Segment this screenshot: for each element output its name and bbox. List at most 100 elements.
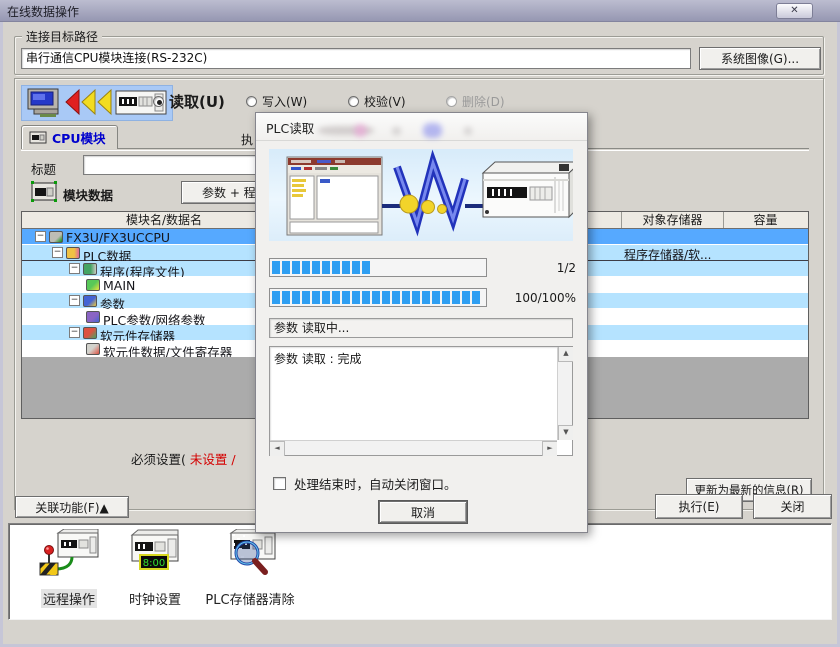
scroll-left-icon[interactable]: ◄ <box>270 441 285 456</box>
shortcut-remote-operation[interactable]: 远程操作 <box>27 529 111 608</box>
collapse-icon[interactable]: − <box>69 327 80 338</box>
progress-segment <box>472 291 480 304</box>
auto-close-checkbox[interactable]: 处理结束时，自动关闭窗口。 <box>273 474 457 493</box>
title-input[interactable] <box>83 155 283 175</box>
window-title: 在线数据操作 <box>7 3 79 20</box>
progress-segment <box>342 261 350 274</box>
connection-path-group: 连接目标路径 串行通信CPU模块连接(RS-232C) 系统图像(G)... <box>14 36 824 75</box>
mode-radio-1[interactable]: 写入(W) <box>246 92 307 110</box>
module-data-label: 模块数据 <box>63 185 113 204</box>
redacted-text-blur <box>423 123 442 138</box>
collapse-icon[interactable]: − <box>52 247 63 258</box>
progress-segment <box>402 261 410 274</box>
progress-segment <box>292 261 300 274</box>
transfer-direction-graphic <box>21 85 173 121</box>
horizontal-scrollbar[interactable]: ◄ ► <box>270 440 557 455</box>
device-memory-folder-icon <box>83 327 97 339</box>
progress-segment <box>452 291 460 304</box>
progress-segment <box>462 291 470 304</box>
shortcut-clock-setting[interactable]: 8:00 时钟设置 <box>113 529 197 608</box>
progress-segment <box>362 291 370 304</box>
close-button[interactable]: ✕ <box>776 3 813 19</box>
related-functions-panel: 远程操作 8:00 时钟设置 <box>8 523 832 620</box>
collapse-icon[interactable]: − <box>69 263 80 274</box>
dialog-title: PLC读取 <box>266 118 314 137</box>
radio-label: 写入(W) <box>262 93 307 110</box>
collapse-icon[interactable]: − <box>35 231 46 242</box>
progress-segment <box>282 291 290 304</box>
shortcut-plc-memory-clear[interactable]: PLC存储器清除 <box>195 529 305 608</box>
clock-setting-icon: 8:00 <box>124 529 186 583</box>
progress-segment <box>412 291 420 304</box>
execute-button[interactable]: 执行(E) <box>655 494 743 519</box>
related-functions-button[interactable]: 关联功能(F)▲ <box>15 496 129 518</box>
radio-circle-icon <box>446 96 457 107</box>
remote-operation-icon <box>38 529 100 583</box>
progress-segment <box>302 261 310 274</box>
progress-segment <box>322 261 330 274</box>
checkbox-icon[interactable] <box>273 477 286 490</box>
vertical-scrollbar[interactable]: ▲ ▼ <box>557 347 572 440</box>
cancel-button[interactable]: 取消 <box>379 501 467 523</box>
redacted-text-blur <box>392 127 401 135</box>
progress-segment <box>362 261 370 274</box>
progress-segment <box>372 261 380 274</box>
dialog-titlebar: PLC读取 <box>256 113 587 141</box>
shortcut-remote-operation-label: 远程操作 <box>41 589 97 608</box>
tree-node-label: FX3U/FX3UCCPU <box>66 230 170 245</box>
log-box[interactable]: 参数 读取 : 完成 ▲ ▼ ◄ ► <box>269 346 573 456</box>
progress-segment <box>342 291 350 304</box>
not-set-text: 未设置 / <box>186 452 236 467</box>
cpu-module-icon <box>29 131 47 144</box>
progress-segment <box>422 291 430 304</box>
progress-segment <box>352 261 360 274</box>
progress-segment <box>382 291 390 304</box>
progress-percent-value: 100/100% <box>494 291 576 305</box>
progress-segment <box>322 291 330 304</box>
program-folder-icon <box>83 263 97 275</box>
mode-radio-3[interactable]: 删除(D) <box>446 92 505 110</box>
progress-segment <box>442 291 450 304</box>
progress-segment <box>302 291 310 304</box>
scroll-down-icon[interactable]: ▼ <box>558 425 573 440</box>
progress-segment <box>282 261 290 274</box>
progress-segment <box>312 291 320 304</box>
radio-label: 删除(D) <box>462 93 505 110</box>
progress-segment <box>272 261 280 274</box>
progress-segment <box>422 261 430 274</box>
status-field: 参数 读取中... <box>269 318 573 338</box>
online-data-operation-window: 在线数据操作 ✕ 连接目标路径 串行通信CPU模块连接(RS-232C) 系统图… <box>0 0 840 647</box>
partial-label-exec: 执 <box>241 131 253 148</box>
redacted-text-blur <box>464 127 472 135</box>
tab-cpu-module[interactable]: CPU模块 <box>21 125 118 149</box>
mode-radio-0[interactable]: 读取(U) <box>153 92 225 110</box>
progress-segment <box>442 261 450 274</box>
header-target-memory[interactable]: 对象存储器 <box>622 212 724 228</box>
progress-segment <box>292 291 300 304</box>
shortcut-clock-setting-label: 时钟设置 <box>129 589 181 608</box>
connection-path-field[interactable]: 串行通信CPU模块连接(RS-232C) <box>21 48 691 69</box>
tab-cpu-module-label: CPU模块 <box>52 128 106 147</box>
header-capacity[interactable]: 容量 <box>724 212 807 228</box>
progress-bar-files <box>269 258 487 277</box>
close-icon: ✕ <box>790 5 798 16</box>
radio-label: 校验(V) <box>364 93 406 110</box>
system-image-button[interactable]: 系统图像(G)... <box>699 47 821 70</box>
progress-segment <box>392 291 400 304</box>
connection-path-group-label: 连接目标路径 <box>22 28 102 45</box>
mode-radio-2[interactable]: 校验(V) <box>348 92 406 110</box>
progress-segment <box>312 261 320 274</box>
plc-cpu-icon <box>49 231 63 243</box>
radio-circle-icon <box>348 96 359 107</box>
progress-segment <box>462 261 470 274</box>
progress-segment <box>332 291 340 304</box>
progress-segment <box>432 291 440 304</box>
progress-files-value: 1/2 <box>494 261 576 275</box>
close-window-button[interactable]: 关闭 <box>753 494 832 519</box>
scroll-up-icon[interactable]: ▲ <box>558 347 573 362</box>
progress-segment <box>382 261 390 274</box>
progress-segment <box>402 291 410 304</box>
computer-to-plc-icon <box>22 86 172 120</box>
scroll-right-icon[interactable]: ► <box>542 441 557 456</box>
collapse-icon[interactable]: − <box>69 295 80 306</box>
